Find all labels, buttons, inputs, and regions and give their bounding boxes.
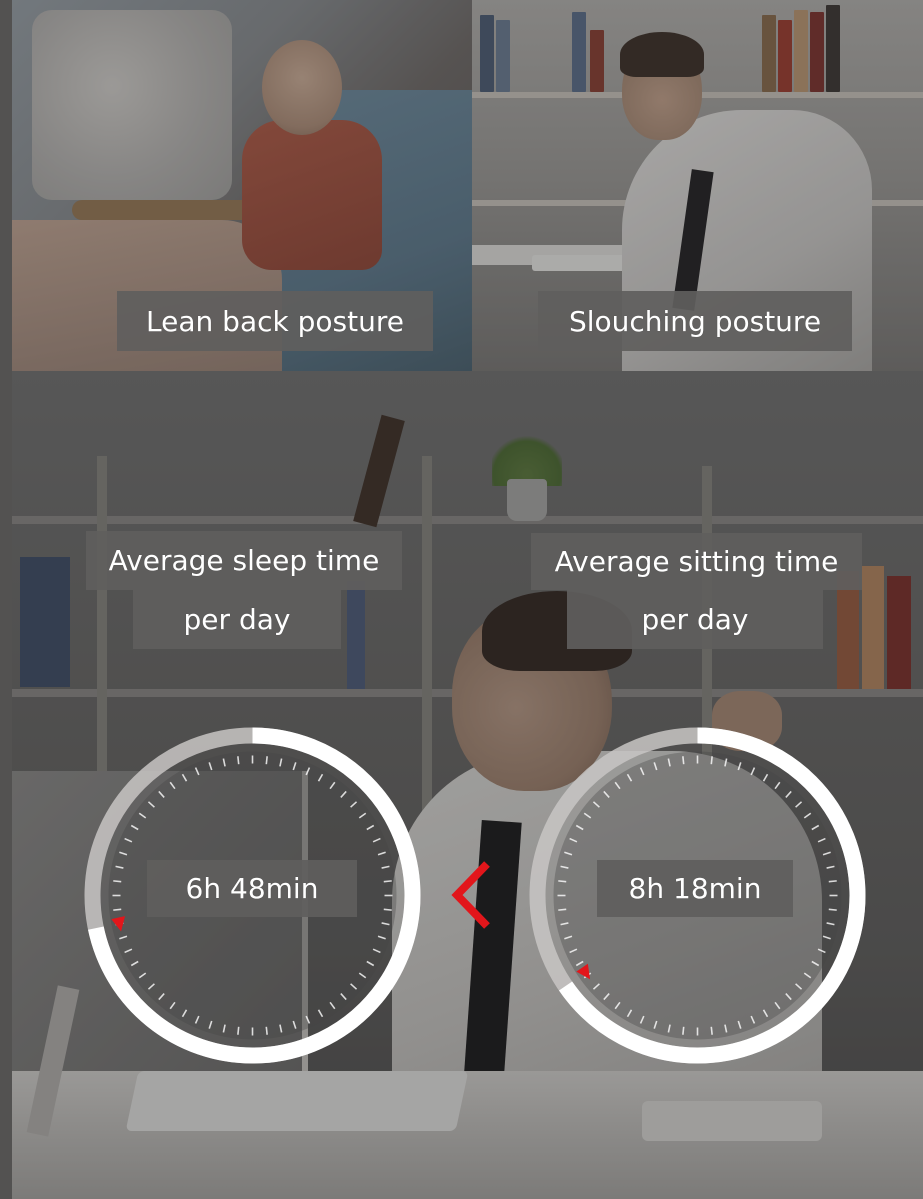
dial-tick	[265, 1026, 268, 1035]
dial-tick	[237, 756, 240, 765]
sitting-time-subtitle: per day	[567, 590, 823, 649]
sitting-time-title: Average sitting time	[531, 533, 862, 590]
sleep-time-subtitle: per day	[133, 590, 341, 649]
sitting-time-value: 8h 18min	[597, 860, 793, 917]
dial-tick	[682, 756, 685, 765]
dial-tick	[558, 880, 567, 883]
dial-tick	[710, 1026, 713, 1035]
dial-tick	[558, 908, 567, 911]
less-than-chevron-icon	[451, 861, 490, 929]
dial-tick	[113, 880, 122, 883]
dial-tick	[828, 880, 837, 883]
dial-tick	[113, 908, 122, 911]
dial-tick	[237, 1026, 240, 1035]
dial-tick	[710, 756, 713, 765]
slouching-posture-label: Slouching posture	[538, 291, 852, 351]
dial-tick	[265, 756, 268, 765]
dial-tick	[682, 1026, 685, 1035]
dial-tick	[828, 908, 837, 911]
dial-tick	[383, 908, 392, 911]
sleep-time-title: Average sleep time	[86, 531, 402, 590]
lean-back-posture-label: Lean back posture	[117, 291, 433, 351]
sleep-time-value: 6h 48min	[147, 860, 357, 917]
dial-tick	[383, 880, 392, 883]
